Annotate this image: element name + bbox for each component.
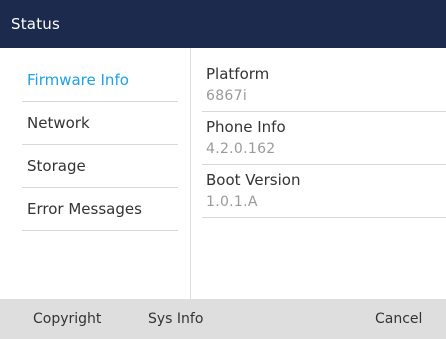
- phone-info: Phone Info 4.2.0.162: [202, 112, 446, 165]
- boot-version-info: Boot Version 1.0.1.A: [202, 165, 446, 218]
- boot-version-value: 1.0.1.A: [206, 194, 258, 210]
- status-menu: Firmware Info Network Storage Error Mess…: [0, 48, 191, 299]
- page-title: Status: [11, 15, 60, 33]
- phone-info-label: Phone Info: [206, 118, 286, 136]
- sys-info-softkey[interactable]: Sys Info: [148, 299, 203, 339]
- menu-item-label: Network: [27, 114, 90, 132]
- menu-item-storage[interactable]: Storage: [22, 145, 178, 188]
- menu-item-firmware-info[interactable]: Firmware Info: [22, 59, 178, 102]
- platform-info: Platform 6867i: [202, 59, 446, 112]
- menu-item-error-messages[interactable]: Error Messages: [22, 188, 178, 231]
- softkey-bar: Copyright Sys Info Cancel: [0, 299, 446, 339]
- menu-item-label: Error Messages: [27, 200, 142, 218]
- menu-item-label: Firmware Info: [27, 71, 129, 89]
- boot-version-label: Boot Version: [206, 171, 301, 189]
- platform-value: 6867i: [206, 88, 248, 104]
- status-screen: Status Firmware Info Network Storage Err…: [0, 0, 446, 339]
- menu-item-network[interactable]: Network: [22, 102, 178, 145]
- cancel-softkey[interactable]: Cancel: [375, 299, 422, 339]
- title-bar: Status: [0, 0, 446, 48]
- phone-info-value: 4.2.0.162: [206, 141, 276, 157]
- copyright-softkey[interactable]: Copyright: [33, 299, 101, 339]
- menu-item-label: Storage: [27, 157, 86, 175]
- firmware-info-panel: Platform 6867i Phone Info 4.2.0.162 Boot…: [191, 48, 446, 299]
- platform-label: Platform: [206, 65, 270, 83]
